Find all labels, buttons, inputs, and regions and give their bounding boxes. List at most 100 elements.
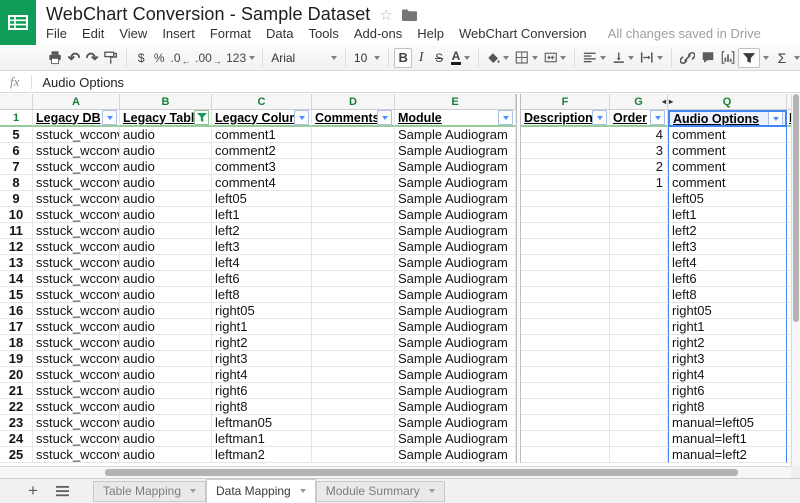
cell-D20[interactable] — [312, 367, 395, 383]
horizontal-align-button[interactable] — [580, 48, 609, 68]
cell-E22[interactable]: Sample Audiogram — [395, 399, 516, 415]
cell-F13[interactable] — [521, 255, 610, 271]
cell-C1[interactable]: Legacy Column — [212, 110, 312, 127]
filter-dropdown-icon[interactable] — [102, 110, 117, 125]
star-icon[interactable]: ☆ — [379, 6, 392, 24]
cell-E25[interactable]: Sample Audiogram — [395, 447, 516, 463]
cell-F8[interactable] — [521, 175, 610, 191]
menu-tools[interactable]: Tools — [308, 26, 338, 41]
cell-F5[interactable] — [521, 127, 610, 143]
cell-A10[interactable]: sstuck_wcconv — [33, 207, 120, 223]
cell-G20[interactable] — [610, 367, 668, 383]
cell-B9[interactable]: audio — [120, 191, 212, 207]
cell-B12[interactable]: audio — [120, 239, 212, 255]
cell-A18[interactable]: sstuck_wcconv — [33, 335, 120, 351]
row-header-12[interactable]: 12 — [0, 239, 33, 255]
cell-Q23[interactable]: manual=left05 — [668, 415, 787, 431]
cell-G24[interactable] — [610, 431, 668, 447]
cell-A1[interactable]: Legacy DB — [33, 110, 120, 127]
add-sheet-button[interactable]: + — [28, 483, 38, 499]
cell-A21[interactable]: sstuck_wcconv — [33, 383, 120, 399]
row-header-14[interactable]: 14 — [0, 271, 33, 287]
column-header-B[interactable]: B — [120, 94, 212, 110]
column-header-Q[interactable]: Q▸ — [668, 94, 787, 110]
cell-B19[interactable]: audio — [120, 351, 212, 367]
menu-add-ons[interactable]: Add-ons — [354, 26, 402, 41]
row-header-25[interactable]: 25 — [0, 447, 33, 463]
cell-Q22[interactable]: right8 — [668, 399, 787, 415]
cell-G15[interactable] — [610, 287, 668, 303]
cell-B18[interactable]: audio — [120, 335, 212, 351]
column-header-D[interactable]: D — [312, 94, 395, 110]
cell-B23[interactable]: audio — [120, 415, 212, 431]
italic-button[interactable]: I — [412, 48, 430, 68]
cell-G23[interactable] — [610, 415, 668, 431]
row-header-16[interactable]: 16 — [0, 303, 33, 319]
cell-C8[interactable]: comment4 — [212, 175, 312, 191]
cell-D17[interactable] — [312, 319, 395, 335]
row-header-20[interactable]: 20 — [0, 367, 33, 383]
cell-B15[interactable]: audio — [120, 287, 212, 303]
cell-E19[interactable]: Sample Audiogram — [395, 351, 516, 367]
insert-chart-button[interactable] — [718, 48, 738, 68]
menu-insert[interactable]: Insert — [162, 26, 195, 41]
cell-B7[interactable]: audio — [120, 159, 212, 175]
cell-D6[interactable] — [312, 143, 395, 159]
tab-module-summary[interactable]: Module Summary — [316, 481, 445, 502]
cell-F12[interactable] — [521, 239, 610, 255]
cell-F23[interactable] — [521, 415, 610, 431]
cell-E17[interactable]: Sample Audiogram — [395, 319, 516, 335]
row-header-19[interactable]: 19 — [0, 351, 33, 367]
menu-view[interactable]: View — [119, 26, 147, 41]
row-header-15[interactable]: 15 — [0, 287, 33, 303]
row-header-24[interactable]: 24 — [0, 431, 33, 447]
cell-B16[interactable]: audio — [120, 303, 212, 319]
cell-D18[interactable] — [312, 335, 395, 351]
cell-E1[interactable]: Module — [395, 110, 516, 127]
row-header-17[interactable]: 17 — [0, 319, 33, 335]
insert-comment-button[interactable] — [698, 48, 718, 68]
filter-dropdown-icon[interactable] — [294, 110, 309, 125]
font-family-select[interactable]: Arial — [268, 48, 340, 68]
cell-E9[interactable]: Sample Audiogram — [395, 191, 516, 207]
cell-F21[interactable] — [521, 383, 610, 399]
borders-button[interactable] — [512, 48, 541, 68]
row-header-21[interactable]: 21 — [0, 383, 33, 399]
document-title[interactable]: WebChart Conversion - Sample Dataset — [46, 4, 370, 25]
vertical-align-button[interactable] — [609, 48, 638, 68]
cell-G9[interactable] — [610, 191, 668, 207]
cell-C17[interactable]: right1 — [212, 319, 312, 335]
cell-F7[interactable] — [521, 159, 610, 175]
menu-webchart-conversion[interactable]: WebChart Conversion — [459, 26, 587, 41]
cell-G21[interactable] — [610, 383, 668, 399]
cell-F11[interactable] — [521, 223, 610, 239]
cell-C6[interactable]: comment2 — [212, 143, 312, 159]
cell-E14[interactable]: Sample Audiogram — [395, 271, 516, 287]
chevron-down-icon[interactable] — [190, 489, 196, 493]
cell-E23[interactable]: Sample Audiogram — [395, 415, 516, 431]
cell-A24[interactable]: sstuck_wcconv — [33, 431, 120, 447]
cell-A15[interactable]: sstuck_wcconv — [33, 287, 120, 303]
cell-Q17[interactable]: right1 — [668, 319, 787, 335]
cell-E24[interactable]: Sample Audiogram — [395, 431, 516, 447]
column-header-A[interactable]: A — [33, 94, 120, 110]
cell-G8[interactable]: 1 — [610, 175, 668, 191]
row-header-9[interactable]: 9 — [0, 191, 33, 207]
fill-color-button[interactable] — [484, 48, 513, 68]
cell-F19[interactable] — [521, 351, 610, 367]
cell-F18[interactable] — [521, 335, 610, 351]
cell-Q24[interactable]: manual=left1 — [668, 431, 787, 447]
cell-A25[interactable]: sstuck_wcconv — [33, 447, 120, 463]
font-size-select[interactable]: 10 — [351, 48, 383, 68]
cell-F10[interactable] — [521, 207, 610, 223]
cell-F22[interactable] — [521, 399, 610, 415]
cell-Q6[interactable]: comment — [668, 143, 787, 159]
cell-B20[interactable]: audio — [120, 367, 212, 383]
cell-D19[interactable] — [312, 351, 395, 367]
chevron-down-icon[interactable] — [429, 489, 435, 493]
cell-Q9[interactable]: left05 — [668, 191, 787, 207]
row-header-13[interactable]: 13 — [0, 255, 33, 271]
cell-Q7[interactable]: comment — [668, 159, 787, 175]
cell-D21[interactable] — [312, 383, 395, 399]
cell-Q15[interactable]: left8 — [668, 287, 787, 303]
